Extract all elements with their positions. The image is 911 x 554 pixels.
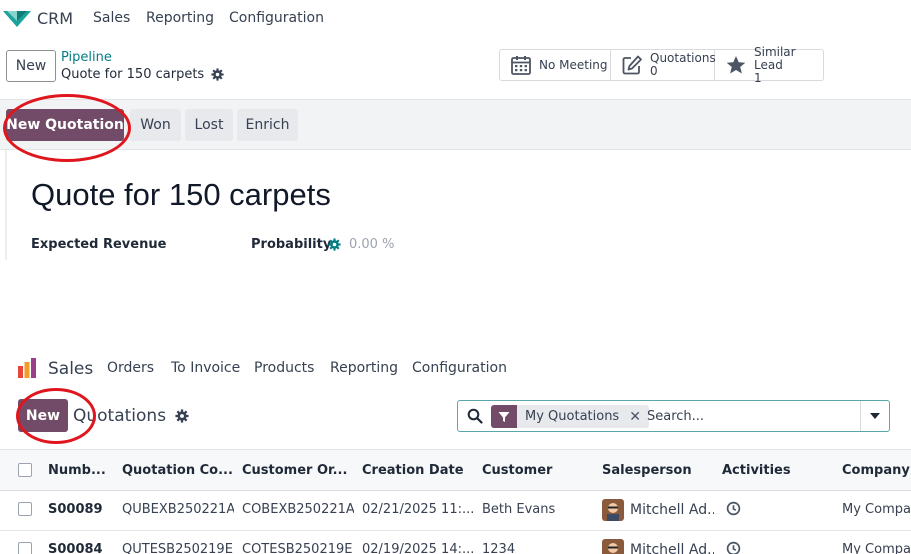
sales-new-button[interactable]: New (18, 399, 68, 432)
clock-icon[interactable] (726, 501, 741, 516)
crm-new-button[interactable]: New (6, 50, 56, 82)
star-icon (726, 56, 746, 74)
column-customer-order[interactable]: Customer Or... (242, 463, 354, 478)
crm-navbar: CRM Sales Reporting Configuration (0, 0, 911, 38)
meeting-label: No Meeting (539, 57, 608, 72)
column-number[interactable]: Numb... (48, 463, 108, 478)
row-customer-order: COBEXB250221A (242, 502, 354, 517)
column-quotation-code[interactable]: Quotation Co... (122, 463, 234, 478)
gear-icon[interactable] (175, 409, 189, 423)
sales-page-title: Quotations (73, 406, 189, 426)
crm-menu-reporting[interactable]: Reporting (146, 10, 214, 26)
row-quotation-code: QUTESB250219E (122, 542, 233, 554)
row-company: My Compa... (842, 542, 911, 554)
row-salesperson: Mitchell Ad... (630, 542, 714, 554)
similar-lead-label: Similar Lead (754, 44, 796, 72)
table-row[interactable]: S00084 QUTESB250219E COTESB250219E 02/19… (0, 531, 911, 554)
quotations-smart-button[interactable]: Quotations 0 (611, 50, 716, 80)
pencil-square-icon (622, 55, 642, 75)
avatar[interactable] (602, 499, 624, 521)
form-sheet-edge (5, 150, 7, 260)
won-button[interactable]: Won (130, 109, 181, 141)
enrich-button[interactable]: Enrich (237, 109, 298, 141)
row-quotation-code: QUBEXB250221A (122, 502, 234, 517)
search-facet[interactable]: My Quotations ✕ (491, 405, 649, 428)
breadcrumb-current: Quote for 150 carpets (61, 67, 224, 82)
new-quotation-button[interactable]: New Quotation (6, 109, 124, 141)
breadcrumb-pipeline-link[interactable]: Pipeline (61, 50, 112, 65)
probability-gear-icon[interactable] (328, 238, 341, 251)
table-row[interactable]: S00089 QUBEXB250221A COBEXB250221A 02/21… (0, 491, 911, 531)
similar-lead-smart-button[interactable]: Similar Lead 1 (715, 45, 823, 84)
clock-icon[interactable] (726, 541, 741, 554)
row-checkbox[interactable] (18, 542, 32, 554)
column-activities[interactable]: Activities (722, 463, 834, 478)
row-number: S00089 (48, 502, 103, 517)
sales-menu-orders[interactable]: Orders (107, 360, 154, 376)
search-bar[interactable]: My Quotations ✕ (457, 400, 890, 432)
quotations-count: 0 (650, 64, 658, 78)
row-creation-date: 02/19/2025 14:... (362, 542, 474, 554)
crm-menu-sales[interactable]: Sales (93, 10, 130, 26)
search-options-toggle[interactable] (860, 401, 889, 431)
sales-menu-reporting[interactable]: Reporting (330, 360, 398, 376)
column-customer[interactable]: Customer (482, 463, 594, 478)
calendar-icon (511, 56, 531, 75)
avatar[interactable] (602, 539, 624, 554)
sales-menu-configuration[interactable]: Configuration (412, 360, 507, 376)
row-customer: Beth Evans (482, 502, 556, 517)
breadcrumb-current-label: Quote for 150 carpets (61, 67, 205, 82)
gear-icon[interactable] (211, 68, 224, 81)
search-input[interactable] (647, 405, 857, 428)
crm-menu-configuration[interactable]: Configuration (229, 10, 324, 26)
row-number: S00084 (48, 542, 103, 554)
sales-logo-icon[interactable] (17, 357, 39, 379)
row-checkbox[interactable] (18, 502, 32, 516)
list-header: Numb... Quotation Co... Customer Or... C… (0, 449, 911, 491)
row-customer-order: COTESB250219E (242, 542, 353, 554)
smart-buttons: No Meeting Quotations 0 Similar Lead 1 (499, 45, 824, 84)
column-salesperson[interactable]: Salesperson (602, 463, 714, 478)
sales-menu-products[interactable]: Products (254, 360, 314, 376)
probability-value[interactable]: 0.00 % (349, 237, 394, 252)
meeting-smart-button[interactable]: No Meeting (500, 50, 611, 80)
crm-logo-icon[interactable] (3, 9, 31, 27)
search-icon[interactable] (467, 408, 483, 424)
facet-label: My Quotations (525, 409, 620, 424)
lost-button[interactable]: Lost (185, 109, 233, 141)
sales-app-name[interactable]: Sales (48, 359, 93, 379)
close-icon[interactable]: ✕ (629, 409, 641, 425)
quotations-label: Quotations (650, 51, 716, 65)
row-company: My Compa... (842, 502, 911, 517)
column-creation-date[interactable]: Creation Date (362, 463, 474, 478)
row-customer: 1234 (482, 542, 516, 554)
row-creation-date: 02/21/2025 11:... (362, 502, 474, 517)
lead-title[interactable]: Quote for 150 carpets (31, 177, 331, 213)
column-company[interactable]: Company (842, 463, 911, 478)
row-salesperson: Mitchell Ad... (630, 502, 714, 518)
probability-label: Probability (251, 237, 332, 252)
similar-lead-count: 1 (754, 70, 762, 85)
select-all-checkbox[interactable] (18, 463, 32, 477)
filter-icon (491, 405, 517, 428)
sales-menu-to-invoice[interactable]: To Invoice (171, 360, 240, 376)
caret-down-icon (870, 413, 880, 419)
screen-divider (0, 320, 911, 342)
crm-app-name[interactable]: CRM (37, 9, 73, 28)
expected-revenue-label: Expected Revenue (31, 237, 167, 252)
quotations-title: Quotations (73, 406, 167, 426)
